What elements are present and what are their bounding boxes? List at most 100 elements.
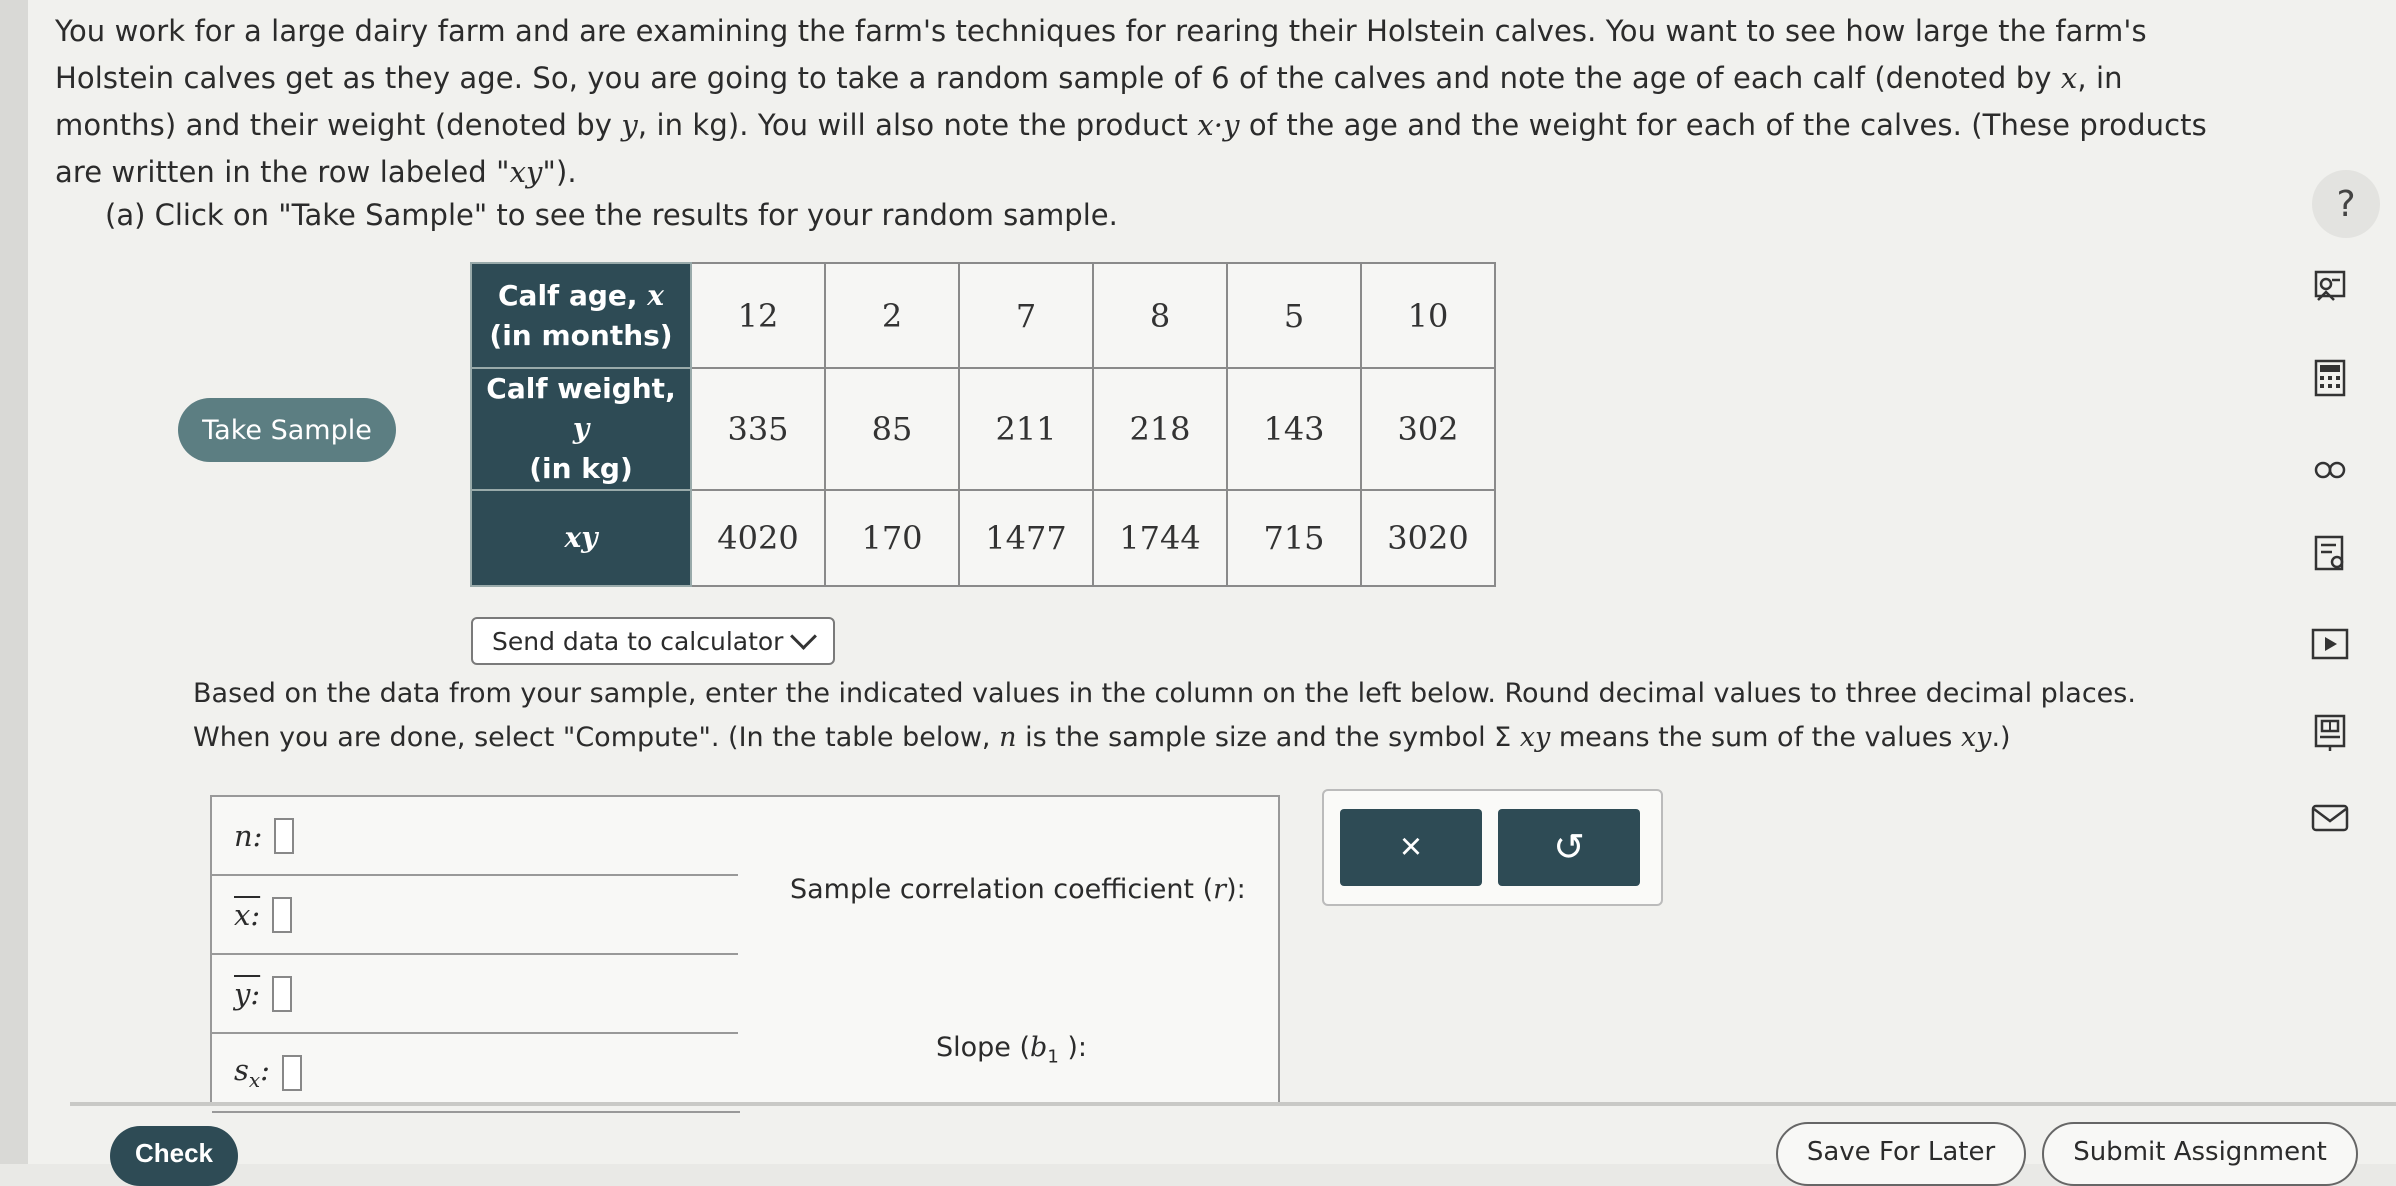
math-variable: x <box>2060 61 2078 95</box>
table-row: Calf weight, y (in kg) 335 85 211 218 14… <box>470 367 1496 491</box>
row-header-sub: (in kg) <box>529 452 633 485</box>
sx-symbol: s <box>234 1053 249 1088</box>
clear-button[interactable]: × <box>1340 809 1482 886</box>
row-header-sub: (in months) <box>489 318 673 352</box>
left-edge <box>0 0 28 1164</box>
slope-end: ): <box>1058 1032 1087 1063</box>
examples-icon[interactable] <box>2310 268 2350 304</box>
x-bar-input[interactable] <box>272 896 293 933</box>
take-sample-button[interactable]: Take Sample <box>178 398 396 462</box>
row-header-label: Calf weight, <box>486 372 676 405</box>
table-cell: 302 <box>1360 367 1496 491</box>
row-header-age: Calf age, x (in months) <box>470 262 692 369</box>
glossary-icon-svg <box>2314 461 2346 479</box>
n-input[interactable] <box>274 817 295 854</box>
calculator-icon[interactable] <box>2310 359 2350 397</box>
submit-assignment-button[interactable]: Submit Assignment <box>2042 1122 2358 1186</box>
table-row: xy 4020 170 1477 1744 715 3020 <box>470 489 1496 587</box>
x-bar-label: x: <box>234 897 261 932</box>
slope-sub: 1 <box>1047 1046 1059 1068</box>
table-cell: 1744 <box>1092 489 1228 587</box>
glossary-icon[interactable] <box>2310 452 2350 488</box>
corr-end: ): <box>1226 874 1246 905</box>
table-cell: 12 <box>690 262 826 369</box>
table-cell: 85 <box>824 367 960 491</box>
data-icon[interactable] <box>2310 714 2350 751</box>
sx-input[interactable] <box>281 1054 302 1091</box>
text-run: means the sum of the values <box>1550 722 1961 753</box>
mail-icon-svg <box>2311 804 2349 832</box>
math-variable: y <box>621 108 638 142</box>
table-cell: 8 <box>1092 262 1228 369</box>
video-icon-svg <box>2311 628 2349 660</box>
text-run: You work for a large dairy farm and are … <box>55 14 2147 95</box>
examples-icon-svg <box>2314 270 2346 301</box>
table-cell: 5 <box>1226 262 1362 369</box>
correlation-label: Sample correlation coefficient (r): <box>790 874 1246 905</box>
table-cell: 10 <box>1360 262 1496 369</box>
sx-label: sx: <box>234 1053 270 1092</box>
row-header-var: x <box>647 278 664 312</box>
y-bar-row: y: <box>212 955 740 1034</box>
check-button[interactable]: Check <box>110 1126 238 1186</box>
row-header-var: y <box>572 412 590 445</box>
table-cell: 218 <box>1092 367 1228 491</box>
instructions: Based on the data from your sample, ente… <box>193 672 2193 760</box>
sample-table: Calf age, x (in months) 12 2 7 8 5 10 Ca… <box>470 262 1496 587</box>
calculator-icon-svg <box>2314 359 2346 397</box>
video-icon[interactable] <box>2310 626 2350 662</box>
row-header-label: Calf age, <box>498 278 648 312</box>
text-run: "). <box>542 155 577 189</box>
action-panel: × ↺ <box>1322 789 1663 906</box>
problem-intro: You work for a large dairy farm and are … <box>55 8 2235 196</box>
send-data-label: Send data to calculator <box>492 626 784 656</box>
table-cell: 7 <box>958 262 1094 369</box>
chevron-down-icon <box>790 622 817 650</box>
y-bar-label: y: <box>234 976 261 1011</box>
table-cell: 211 <box>958 367 1094 491</box>
page: You work for a large dairy farm and are … <box>0 0 2396 1186</box>
table-cell: 2 <box>824 262 960 369</box>
send-data-dropdown[interactable]: Send data to calculator <box>471 617 835 665</box>
table-cell: 143 <box>1226 367 1362 491</box>
table-cell: 335 <box>690 367 826 491</box>
sx-colon: : <box>260 1053 270 1088</box>
x-bar-row: x: <box>212 876 740 955</box>
math-variable: xy <box>1519 722 1551 753</box>
textbook-icon-svg <box>2314 535 2344 571</box>
part-a-prompt: (a) Click on "Take Sample" to see the re… <box>105 198 1118 232</box>
n-row: n: <box>212 797 740 876</box>
footer-divider <box>70 1102 2396 1106</box>
answer-inputs: n: x: y: sx: <box>210 795 742 1113</box>
row-header-var: xy <box>564 521 598 554</box>
math-variable: x·y <box>1197 108 1240 142</box>
save-for-later-button[interactable]: Save For Later <box>1776 1122 2026 1186</box>
mail-icon[interactable] <box>2310 800 2350 836</box>
corr-var: r <box>1213 874 1227 905</box>
math-variable: n <box>999 722 1017 753</box>
math-variable: xy <box>1960 722 1992 753</box>
text-run: , in kg). You will also note the product <box>637 108 1198 142</box>
slope-text: Slope ( <box>936 1032 1031 1063</box>
help-button[interactable]: ? <box>2312 170 2380 238</box>
table-cell: 4020 <box>690 489 826 587</box>
slope-var: b <box>1030 1032 1048 1063</box>
y-bar-input[interactable] <box>272 975 293 1012</box>
data-icon-svg <box>2314 714 2346 751</box>
text-run: .) <box>1991 722 2011 753</box>
textbook-icon[interactable] <box>2310 535 2350 572</box>
row-header-weight: Calf weight, y (in kg) <box>470 367 692 491</box>
text-run: is the sample size and the symbol Σ <box>1016 722 1520 753</box>
math-variable: xy <box>509 155 543 189</box>
slope-label: Slope (b1 ): <box>936 1032 1087 1067</box>
undo-button[interactable]: ↺ <box>1498 809 1640 886</box>
table-cell: 1477 <box>958 489 1094 587</box>
sx-subscript: x <box>248 1067 261 1092</box>
corr-text: Sample correlation coefficient ( <box>790 874 1214 905</box>
table-cell: 170 <box>824 489 960 587</box>
table-row: Calf age, x (in months) 12 2 7 8 5 10 <box>470 262 1496 369</box>
table-cell: 715 <box>1226 489 1362 587</box>
table-cell: 3020 <box>1360 489 1496 587</box>
row-header-xy: xy <box>470 489 692 587</box>
n-label: n: <box>234 818 263 853</box>
